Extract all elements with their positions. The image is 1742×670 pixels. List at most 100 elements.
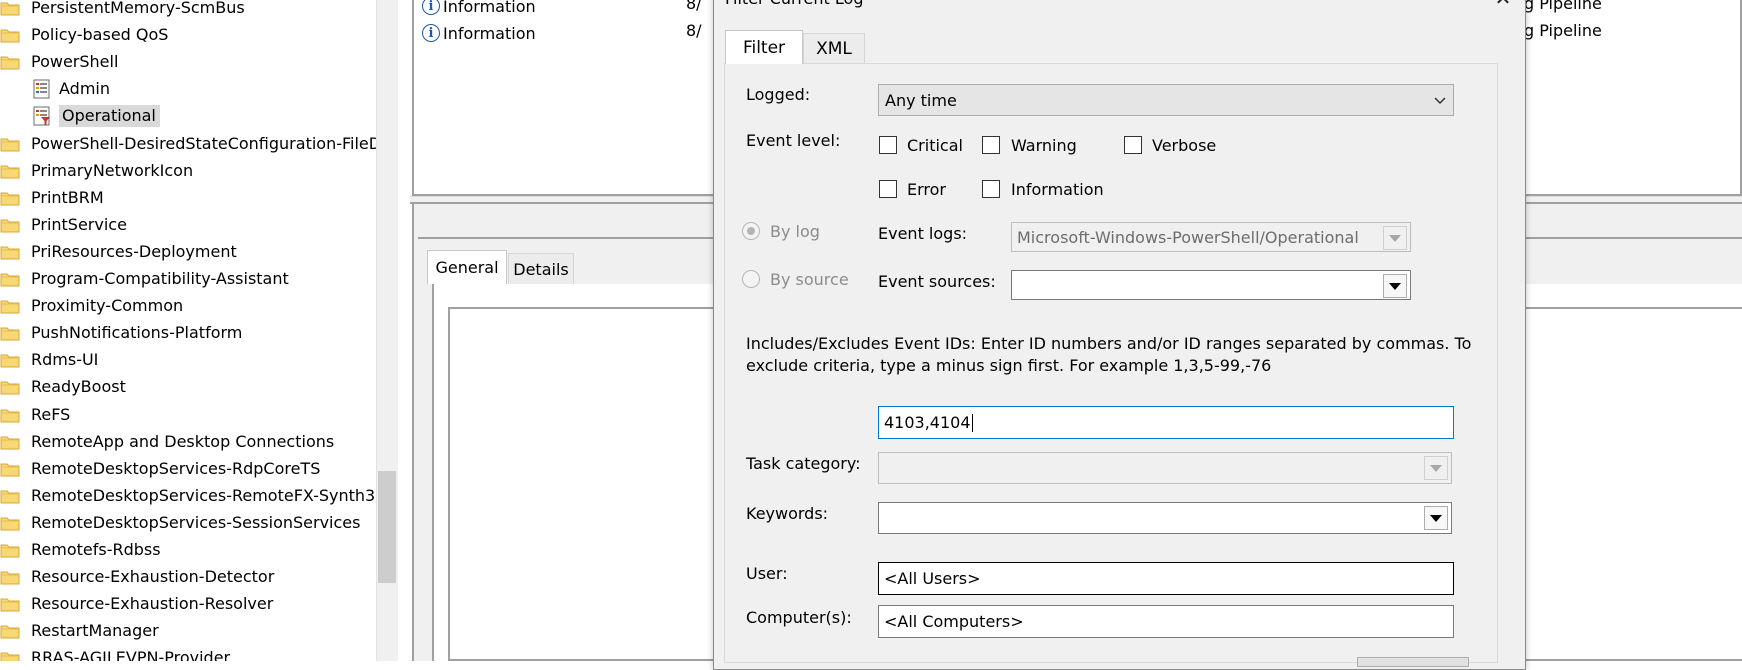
folder-icon	[0, 434, 20, 450]
tree-item[interactable]: RemoteApp and Desktop Connections	[0, 430, 334, 454]
tree-item-label: PushNotifications-Platform	[31, 323, 243, 343]
tab-xml[interactable]: XML	[803, 33, 865, 63]
event-sources-dropdown-button[interactable]	[1383, 274, 1407, 298]
folder-icon	[0, 488, 20, 504]
tree-item[interactable]: RemoteDesktopServices-SessionServices	[0, 511, 360, 535]
tree-item-label: RemoteDesktopServices-SessionServices	[31, 512, 361, 532]
tree-scrollbar-thumb[interactable]	[378, 471, 396, 583]
user-input[interactable]: <All Users>	[878, 562, 1454, 595]
tree-item[interactable]: PushNotifications-Platform	[0, 321, 242, 345]
tree-item-label: PrimaryNetworkIcon	[31, 160, 194, 180]
folder-icon	[0, 542, 20, 558]
folder-icon	[0, 352, 20, 368]
folder-icon	[0, 379, 20, 395]
tree-item-label: Admin	[59, 79, 110, 99]
verbose-checkbox[interactable]	[1124, 136, 1142, 154]
tree-item-label: RemoteDesktopServices-RdpCoreTS	[31, 458, 321, 478]
dropdown-arrow-icon	[1389, 234, 1401, 242]
tree-item[interactable]: ReadyBoost	[0, 375, 126, 399]
log-icon	[32, 79, 52, 99]
tree-item[interactable]: RemoteDesktopServices-RdpCoreTS	[0, 457, 320, 481]
tree-item-label: PriResources-Deployment	[31, 241, 237, 261]
logged-dropdown[interactable]: Any time	[878, 84, 1454, 116]
folder-icon	[0, 136, 20, 152]
tree-item[interactable]: PowerShell	[0, 50, 118, 74]
event-date: 8/	[686, 21, 702, 40]
tree-item-label: Remotefs-Rdbss	[31, 540, 161, 559]
information-checkbox[interactable]	[982, 180, 1000, 198]
ok-button[interactable]	[1357, 657, 1469, 667]
by-source-radio[interactable]	[742, 270, 760, 288]
dropdown-arrow-icon	[1430, 464, 1442, 472]
event-sources-label: Event sources:	[878, 272, 996, 291]
tree-item[interactable]: PrimaryNetworkIcon	[0, 159, 193, 183]
event-logs-dropdown-button[interactable]	[1383, 226, 1407, 250]
event-logs-value: Microsoft-Windows-PowerShell/Operational	[1017, 227, 1359, 247]
user-value: <All Users>	[884, 569, 981, 588]
tree-item[interactable]: RestartManager	[0, 619, 159, 643]
text-caret	[971, 413, 973, 432]
tree-item-label: PowerShell	[31, 52, 119, 72]
tree-item[interactable]: Resource-Exhaustion-Detector	[0, 565, 274, 589]
tree-item[interactable]: RemoteDesktopServices-RemoteFX-Synth3d	[0, 484, 376, 508]
tree-item[interactable]: Rdms-UI	[0, 348, 98, 372]
folder-icon	[0, 515, 20, 531]
tree-item[interactable]: Policy-based QoS	[0, 23, 168, 47]
warning-checkbox[interactable]	[982, 136, 1000, 154]
tree-item[interactable]: PowerShell-DesiredStateConfiguration-Fil…	[0, 132, 376, 156]
event-logs-field[interactable]: Microsoft-Windows-PowerShell/Operational	[1011, 222, 1411, 252]
keywords-dropdown-button[interactable]	[1424, 506, 1448, 530]
tree-item-label: RestartManager	[31, 621, 159, 641]
event-level: Information	[443, 0, 536, 16]
tree-item[interactable]: ReFS	[0, 403, 70, 427]
keywords-field[interactable]	[878, 502, 1452, 534]
critical-checkbox[interactable]	[879, 136, 897, 154]
folder-icon	[0, 190, 20, 206]
tree-item[interactable]: Program-Compatibility-Assistant	[0, 267, 289, 291]
by-log-label: By log	[770, 222, 820, 241]
event-date: 8/	[686, 0, 702, 13]
event-row[interactable]: i Information	[422, 0, 536, 19]
tree-item[interactable]: Resource-Exhaustion-Resolver	[0, 592, 273, 616]
tree-item-label: RRAS-AGILEVPN-Provider	[31, 648, 231, 661]
task-category-field[interactable]	[878, 452, 1452, 484]
folder-icon	[0, 461, 20, 477]
computer-input[interactable]: <All Computers>	[878, 605, 1454, 638]
tab-details[interactable]: Details	[508, 253, 574, 284]
by-source-label: By source	[770, 270, 849, 289]
tree-item[interactable]: Remotefs-Rdbss	[0, 538, 161, 562]
folder-icon	[0, 407, 20, 423]
tree-item-label: ReFS	[31, 404, 71, 424]
tab-general[interactable]: General	[427, 250, 507, 284]
tree-item[interactable]: PriResources-Deployment	[0, 240, 237, 264]
filtered-log-icon	[32, 106, 52, 126]
tree-item[interactable]: PersistentMemory-ScmBus	[0, 0, 245, 20]
error-checkbox[interactable]	[879, 180, 897, 198]
tree-item[interactable]: Proximity-Common	[0, 294, 183, 318]
dropdown-arrow-icon	[1430, 514, 1442, 522]
event-row[interactable]: i Information	[422, 20, 536, 46]
by-log-radio[interactable]	[742, 222, 760, 240]
tree-item[interactable]: Operational	[32, 104, 160, 128]
tree-item[interactable]: PrintService	[0, 213, 127, 237]
logged-value: Any time	[885, 90, 957, 110]
close-icon[interactable]: ✕	[1491, 0, 1515, 10]
event-ids-input[interactable]: 4103,4104	[878, 406, 1454, 439]
tab-filter[interactable]: Filter	[725, 30, 803, 64]
tree-item-label: Program-Compatibility-Assistant	[31, 269, 289, 288]
folder-icon	[0, 27, 20, 43]
tree-item[interactable]: Admin	[32, 77, 110, 101]
tree-item[interactable]: PrintBRM	[0, 186, 104, 210]
folder-icon	[0, 623, 20, 639]
tree-item-label: Rdms-UI	[31, 350, 99, 370]
folder-icon	[0, 650, 20, 661]
information-icon: i	[422, 24, 440, 42]
task-category-dropdown-button[interactable]	[1424, 456, 1448, 480]
event-sources-field[interactable]	[1011, 270, 1411, 300]
tree-item[interactable]: RRAS-AGILEVPN-Provider	[0, 646, 230, 661]
tree-item-label: Operational	[59, 105, 160, 128]
tree-item-label: Resource-Exhaustion-Resolver	[31, 594, 274, 614]
folder-icon	[0, 163, 20, 179]
folder-icon	[0, 569, 20, 585]
folder-icon	[0, 244, 20, 260]
